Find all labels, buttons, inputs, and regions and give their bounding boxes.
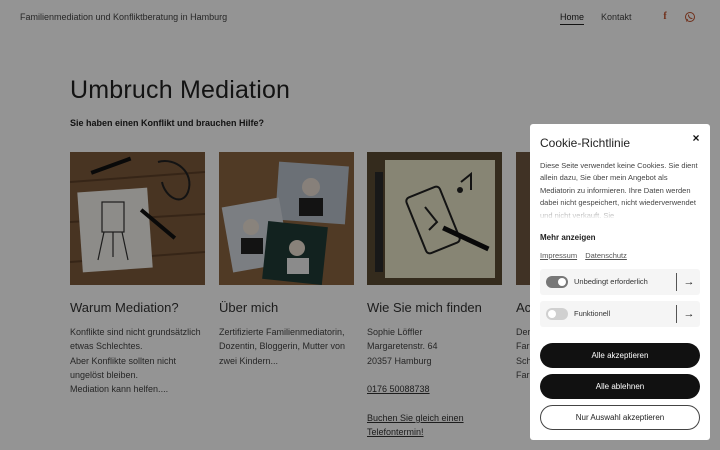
toggle-knob [558, 278, 566, 286]
option-required: Unbedingt erforderlich → [540, 269, 700, 295]
divider [676, 305, 677, 323]
toggle-knob [548, 310, 556, 318]
reject-all-button[interactable]: Alle ablehnen [540, 374, 700, 399]
option-label: Funktionell [574, 309, 611, 318]
toggle-functional[interactable] [546, 308, 568, 320]
cookie-links: Impressum Datenschutz [540, 251, 633, 260]
toggle-required[interactable] [546, 276, 568, 288]
page: Familienmediation und Konfliktberatung i… [0, 0, 720, 450]
arrow-right-icon[interactable]: → [682, 275, 696, 289]
impressum-link[interactable]: Impressum [540, 251, 577, 260]
accept-selection-button[interactable]: Nur Auswahl akzeptieren [540, 405, 700, 430]
divider [676, 273, 677, 291]
cookie-title: Cookie-Richtlinie [540, 136, 631, 150]
option-functional: Funktionell → [540, 301, 700, 327]
cookie-dialog: Cookie-Richtlinie × Diese Seite verwende… [530, 124, 710, 440]
show-more-link[interactable]: Mehr anzeigen [540, 233, 596, 242]
datenschutz-link[interactable]: Datenschutz [585, 251, 627, 260]
text-fade [540, 204, 700, 220]
close-icon[interactable]: × [690, 132, 702, 144]
arrow-right-icon[interactable]: → [682, 307, 696, 321]
accept-all-button[interactable]: Alle akzeptieren [540, 343, 700, 368]
option-label: Unbedingt erforderlich [574, 277, 648, 286]
